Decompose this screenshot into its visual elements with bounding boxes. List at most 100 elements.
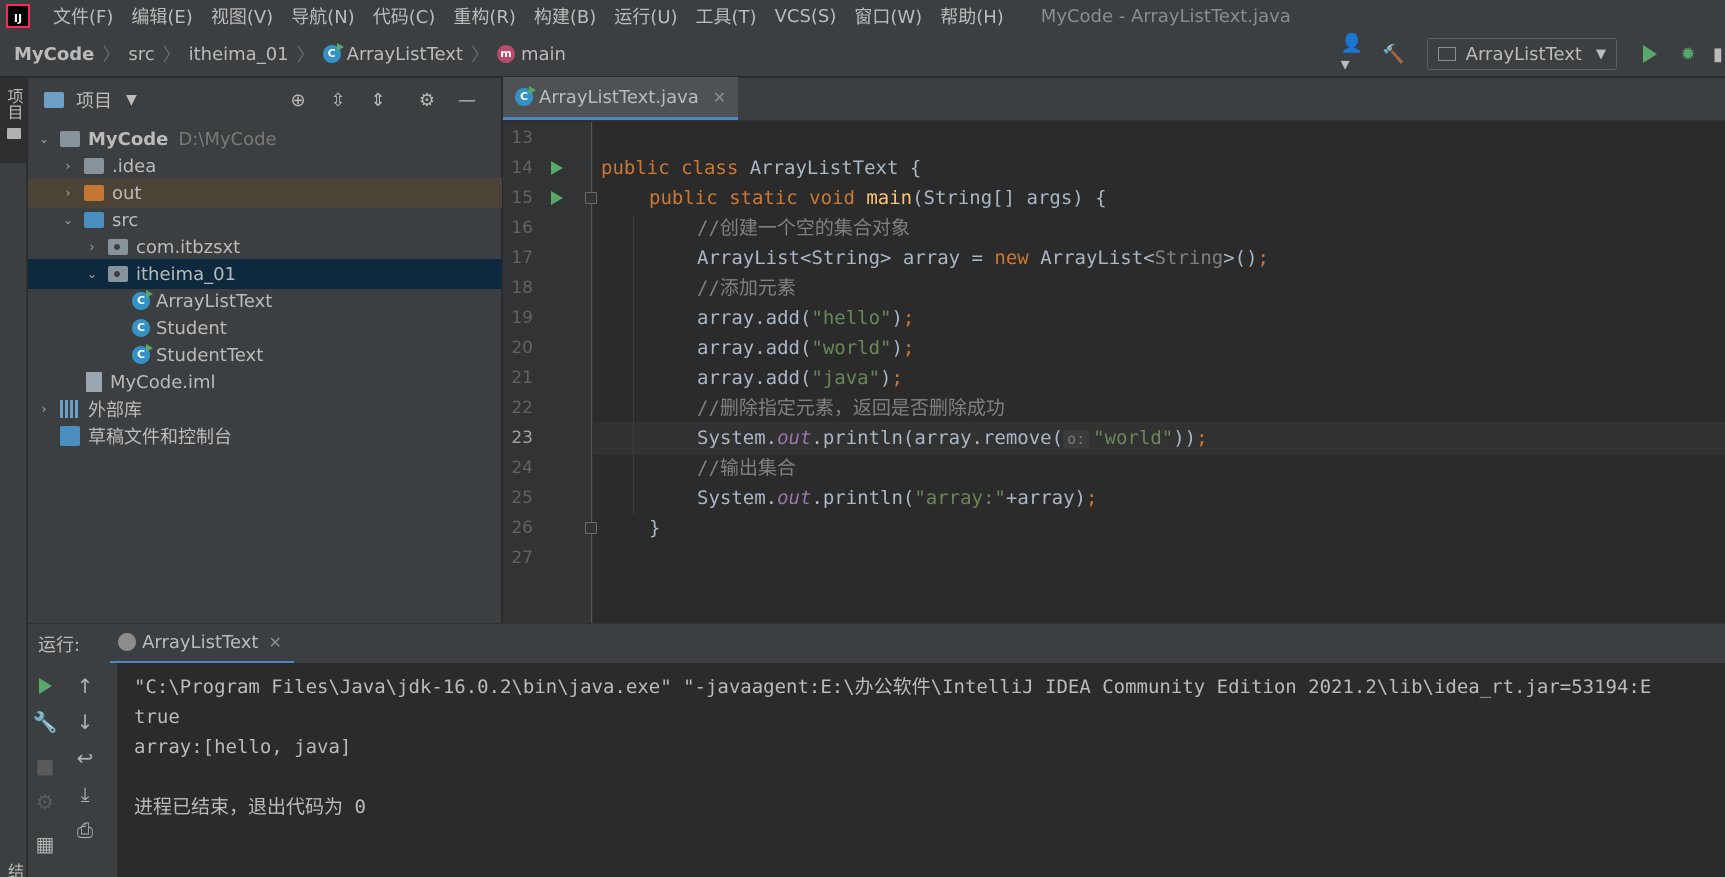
intellij-logo-icon: IJ [6, 4, 30, 28]
user-icon[interactable]: 👤▾ [1341, 33, 1371, 75]
project-tool-button[interactable]: 项目 [0, 78, 27, 163]
tree-item-idea[interactable]: › .idea [28, 151, 502, 181]
run-configuration-dropdown[interactable]: ArrayListText ▼ [1426, 38, 1617, 70]
tree-item-arraylisttext[interactable]: C ArrayListText [28, 286, 502, 316]
menu-file[interactable]: 文件(F) [44, 3, 122, 29]
scroll-to-end-icon[interactable]: ⤓ [70, 779, 100, 809]
code-text: array.add( [697, 367, 812, 389]
menu-navigate[interactable]: 导航(N) [282, 3, 364, 29]
menu-window[interactable]: 窗口(W) [845, 3, 931, 29]
method-name: main [866, 187, 913, 209]
semicolon: ; [1196, 427, 1208, 449]
breadcrumb-package[interactable]: itheima_01 [189, 44, 289, 65]
close-icon[interactable]: ✕ [268, 633, 281, 652]
arrow-down-icon[interactable]: ↓ [70, 707, 100, 737]
tab-arraylisttext-java[interactable]: C ArrayListText.java ✕ [503, 77, 739, 120]
tree-item-student[interactable]: C Student [28, 313, 502, 343]
menu-vcs[interactable]: VCS(S) [766, 6, 846, 27]
tree-item-com-itbzsxt[interactable]: › com.itbzsxt [28, 232, 502, 262]
breadcrumb-separator: 〉 [470, 45, 489, 66]
module-file-icon [86, 372, 102, 392]
menu-tools[interactable]: 工具(T) [687, 3, 766, 29]
console-output[interactable]: "C:\Program Files\Java\jdk-16.0.2\bin\ja… [118, 663, 1725, 877]
chevron-down-icon[interactable]: ⌄ [36, 132, 52, 146]
soft-wrap-icon[interactable]: ↩ [70, 743, 100, 773]
chevron-right-icon[interactable]: › [60, 159, 76, 173]
collapse-all-icon[interactable]: ⇕ [363, 85, 393, 115]
run-tab-arraylisttext[interactable]: ArrayListText ✕ [110, 624, 294, 664]
parameter-hint: o: [1063, 430, 1090, 448]
chevron-down-icon[interactable]: ⌄ [60, 213, 76, 227]
menu-code[interactable]: 代码(C) [364, 3, 445, 29]
tree-item-itheima-01[interactable]: ⌄ itheima_01 [28, 259, 502, 289]
settings-gear-icon[interactable]: ⚙ [30, 787, 60, 817]
breadcrumb-project[interactable]: MyCode [14, 44, 94, 65]
string-literal: "world" [811, 337, 892, 359]
build-hammer-icon[interactable]: 🔨 [1379, 39, 1409, 69]
code-text: (String[] args) { [912, 187, 1107, 209]
chevron-right-icon[interactable]: › [36, 402, 52, 416]
locate-icon[interactable]: ⊕ [283, 85, 313, 115]
coverage-icon[interactable]: ▮ [1711, 39, 1725, 69]
gear-icon[interactable]: ⚙ [412, 85, 442, 115]
tree-item-mycode-iml[interactable]: MyCode.iml [28, 367, 502, 397]
semicolon: ; [902, 337, 915, 359]
project-view-icon [44, 92, 64, 108]
tree-item-mycode[interactable]: ⌄ MyCode D:\MyCode [28, 124, 502, 154]
class-icon: C [322, 43, 344, 63]
project-toolbar: 项目 ▼ ⊕ ⇳ ⇕ ⚙ — [28, 78, 501, 122]
breadcrumb-separator: 〉 [296, 45, 315, 66]
close-icon[interactable]: ✕ [713, 88, 726, 107]
code-line-15: public static void main(String[] args) { [649, 182, 1107, 215]
project-panel-title[interactable]: 项目 [76, 87, 112, 113]
menu-edit[interactable]: 编辑(E) [122, 3, 201, 29]
print-icon[interactable]: ⎙ [70, 815, 100, 845]
layout-icon[interactable]: ▦ [30, 829, 60, 859]
left-tool-strip: 项目 结构 [0, 78, 27, 877]
tree-item-scratches[interactable]: 草稿文件和控制台 [28, 421, 502, 451]
stop-icon[interactable]: ■ [30, 751, 60, 781]
breadcrumb-src[interactable]: src [128, 44, 154, 65]
chevron-right-icon[interactable]: › [84, 240, 100, 254]
console-line: 进程已结束，退出代码为 0 [134, 796, 366, 818]
keyword: public class [601, 157, 750, 179]
tree-item-studenttext[interactable]: C StudentText [28, 340, 502, 370]
code-line-26: } [649, 517, 661, 539]
menu-view[interactable]: 视图(V) [202, 3, 282, 29]
arrow-up-icon[interactable]: ↑ [70, 671, 100, 701]
code-area[interactable]: public class ArrayListText { public stat… [503, 122, 1725, 623]
code-text: System. [697, 487, 778, 509]
menu-build[interactable]: 构建(B) [525, 3, 605, 29]
run-icon[interactable] [1635, 39, 1665, 69]
menu-refactor[interactable]: 重构(R) [444, 3, 525, 29]
tree-item-label: out [112, 182, 142, 204]
expand-all-icon[interactable]: ⇳ [323, 85, 353, 115]
semicolon: ; [891, 367, 903, 389]
menu-run[interactable]: 运行(U) [605, 3, 686, 29]
tree-item-src[interactable]: ⌄ src [28, 205, 502, 235]
code-line-18: //添加元素 [697, 277, 796, 299]
structure-tool-label: 结构 [2, 863, 26, 877]
hide-icon[interactable]: — [452, 85, 482, 115]
code-line-21: array.add("java"); [697, 367, 903, 389]
breadcrumb-method[interactable]: main [521, 44, 566, 65]
chevron-down-icon[interactable]: ⌄ [84, 267, 100, 281]
breadcrumb-class[interactable]: ArrayListText [347, 44, 463, 65]
chevron-down-icon[interactable]: ▼ [126, 92, 137, 108]
code-text: +array) [1005, 487, 1086, 509]
tree-item-label: MyCode.iml [110, 371, 216, 393]
tree-item-external-libraries[interactable]: › 外部库 [28, 394, 502, 424]
rerun-icon[interactable] [30, 671, 60, 701]
package-icon [108, 239, 128, 255]
code-text: )) [1173, 427, 1197, 449]
tree-item-out[interactable]: › out [28, 178, 502, 208]
string-literal: "java" [811, 367, 881, 389]
code-line-25: System.out.println("array:"+array); [697, 482, 1097, 515]
chevron-right-icon[interactable]: › [60, 186, 76, 200]
wrench-icon[interactable]: 🔧 [30, 707, 60, 737]
package-icon [108, 266, 128, 282]
debug-icon[interactable]: ✹ [1673, 39, 1703, 69]
menu-help[interactable]: 帮助(H) [931, 3, 1013, 29]
fold-marker-icon[interactable] [585, 192, 597, 204]
fold-marker-icon[interactable] [585, 522, 597, 534]
